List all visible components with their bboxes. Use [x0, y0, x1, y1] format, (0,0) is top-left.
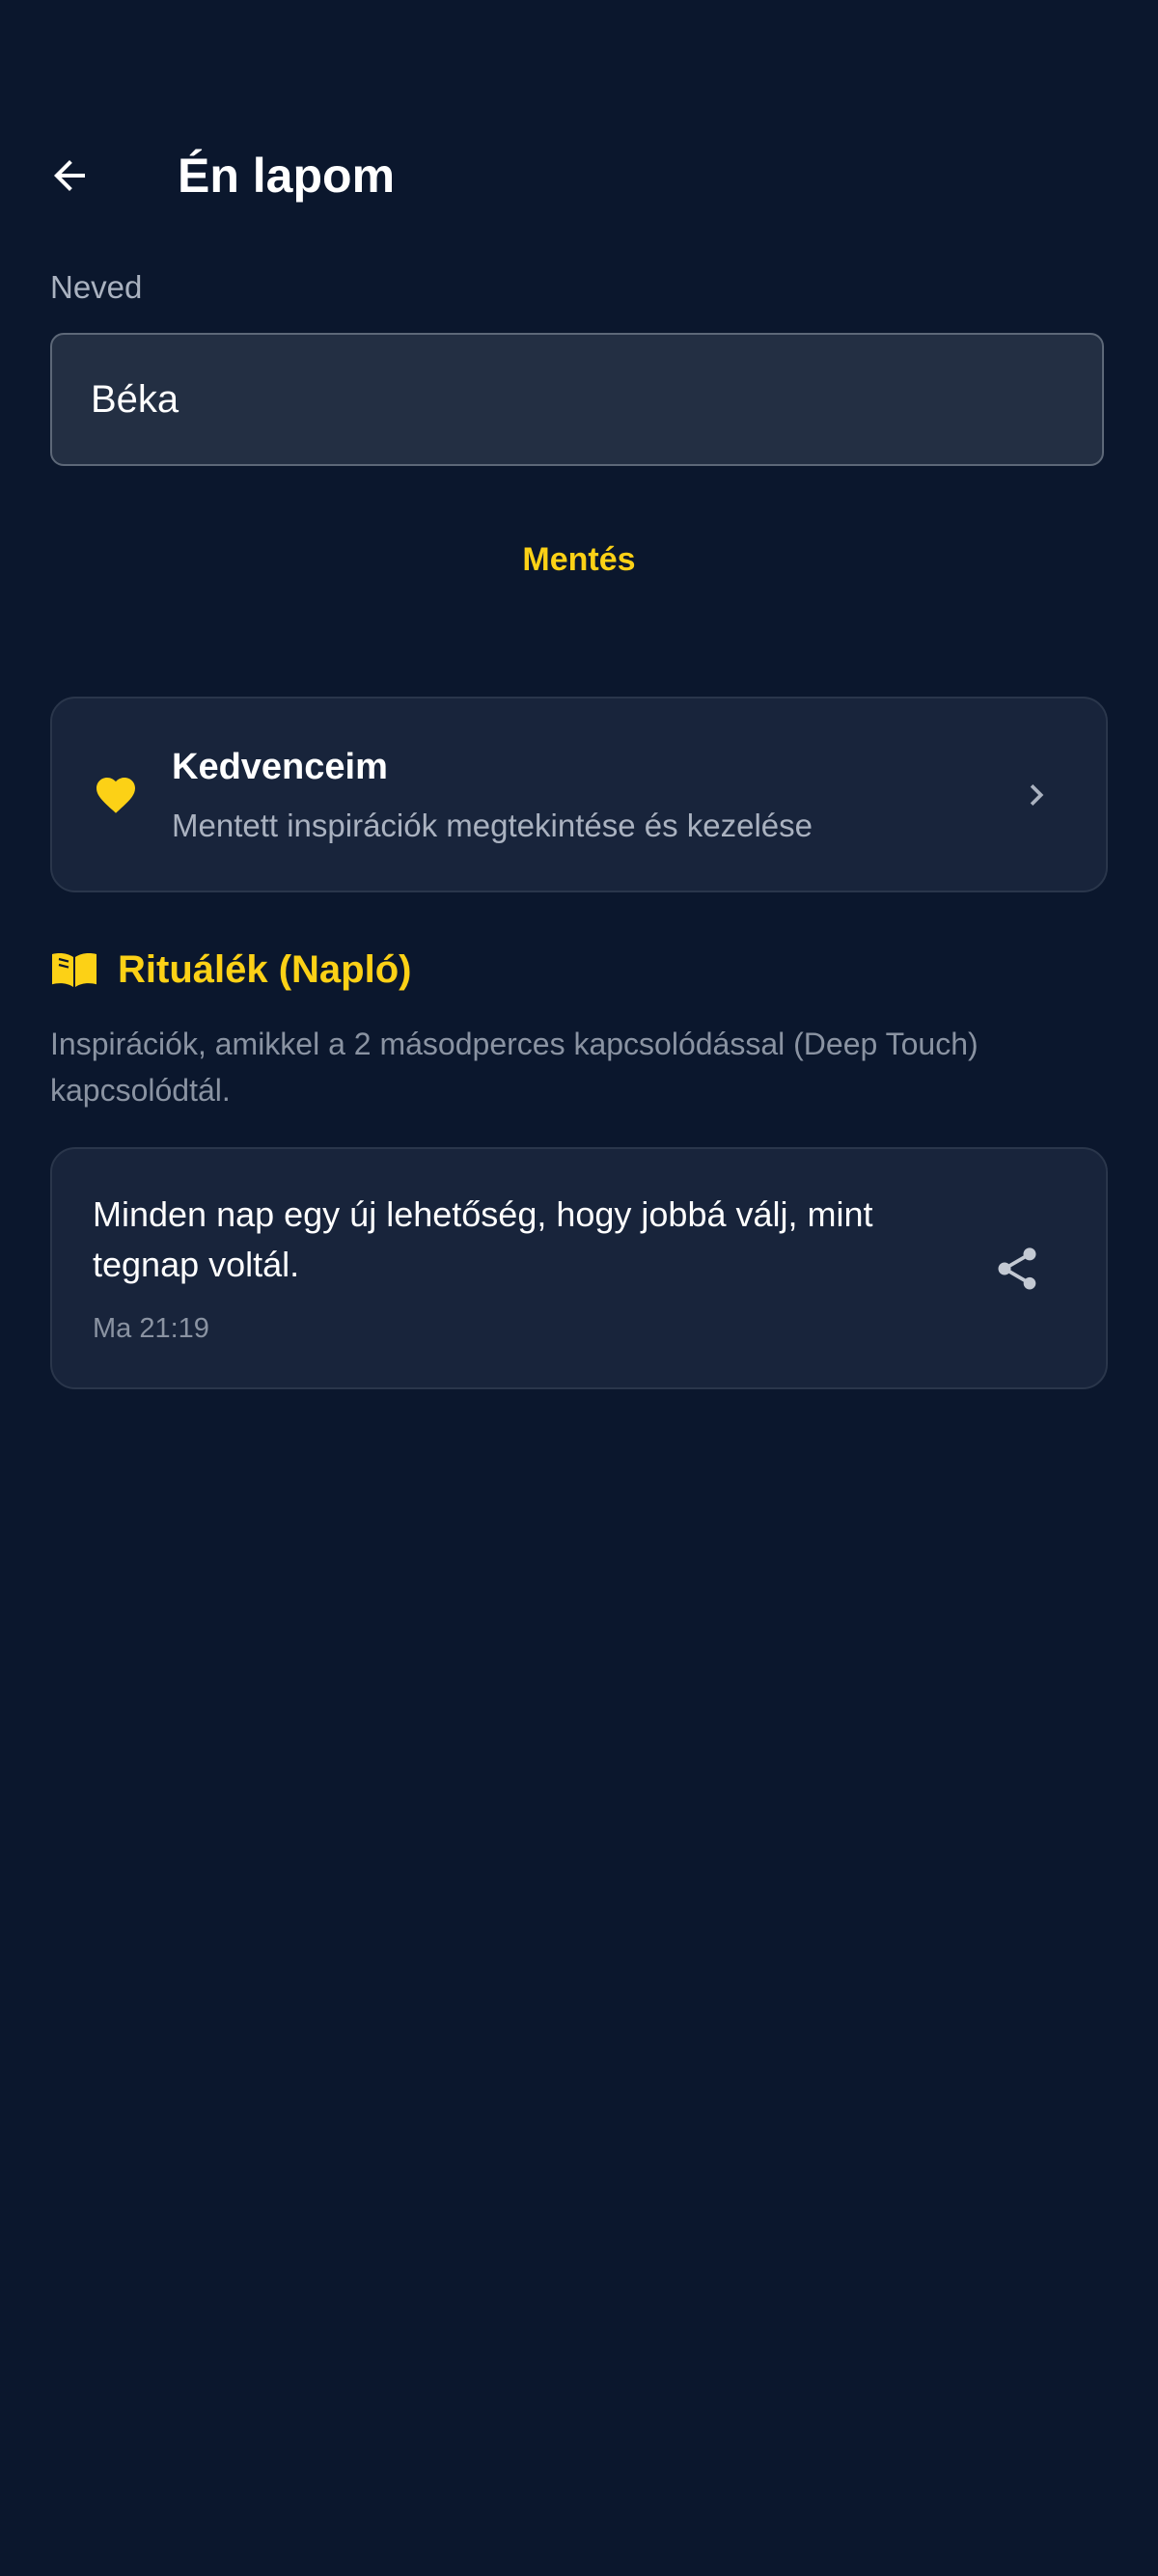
page-title: Én lapom: [178, 149, 396, 203]
favorites-title: Kedvenceim: [172, 747, 388, 787]
profile-page: Én lapom Neved Mentés Kedvenceim Mentett…: [0, 0, 1158, 2576]
top-app-bar: Én lapom: [0, 125, 1158, 226]
share-icon: [998, 1247, 1036, 1290]
favorites-subtitle: Mentett inspirációk megtekintése és keze…: [172, 808, 813, 843]
chevron-right-icon: [1030, 784, 1044, 806]
back-button[interactable]: [29, 135, 110, 216]
rituals-description: Inspirációk, amikkel a 2 másodperces kap…: [50, 1027, 979, 1108]
rituals-section-heading: Rituálék (Napló): [50, 941, 411, 999]
rituals-title: Rituálék (Napló): [118, 947, 412, 991]
favorites-card[interactable]: Kedvenceim Mentett inspirációk megtekint…: [50, 697, 1108, 892]
arrow-left-icon: [54, 160, 85, 191]
share-button[interactable]: [986, 1238, 1048, 1300]
journal-entry-card: Minden nap egy új lehetőség, hogy jobbá …: [50, 1147, 1108, 1389]
open-book-icon: [52, 953, 96, 987]
name-input[interactable]: [50, 333, 1104, 466]
journal-entry-time: Ma 21:19: [93, 1313, 209, 1344]
heart-icon: [96, 778, 135, 813]
journal-entry-text: Minden nap egy új lehetőség, hogy jobbá …: [93, 1194, 873, 1284]
name-field-label: Neved: [50, 269, 143, 305]
save-button[interactable]: Mentés: [425, 526, 733, 593]
